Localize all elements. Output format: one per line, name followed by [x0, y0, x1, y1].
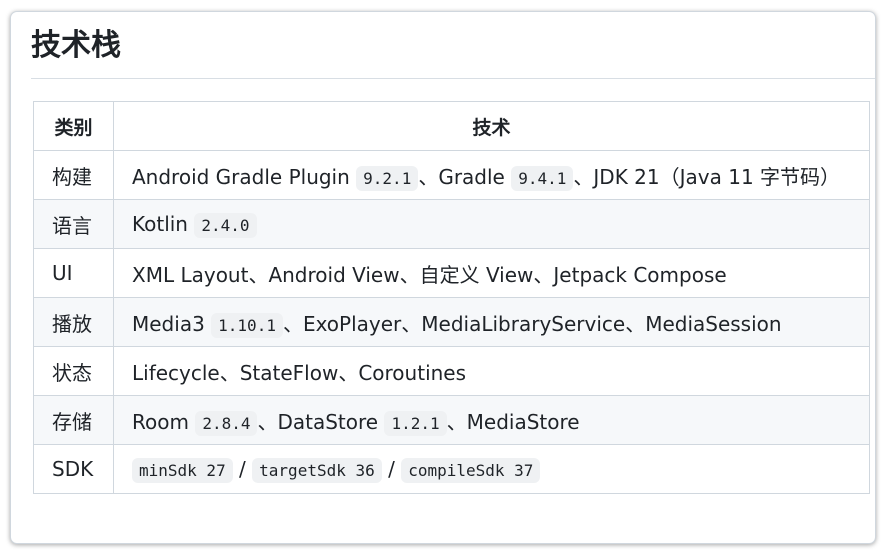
- version-code: minSdk 27: [132, 458, 233, 483]
- table-header-row: 类别 技术: [33, 101, 870, 151]
- table-row: 存储 Room 2.8.4 、DataStore 1.2.1 、MediaStore: [33, 395, 870, 445]
- technology-cell: Room 2.8.4 、DataStore 1.2.1 、MediaStore: [113, 395, 870, 445]
- technology-text: Media3: [132, 311, 212, 336]
- technology-text: XML Layout、Android View、自定义 View、Jetpack…: [132, 262, 727, 287]
- technology-text: 、Gradle: [418, 164, 512, 189]
- category-cell: 状态: [33, 346, 114, 396]
- technology-cell: Media3 1.10.1 、ExoPlayer、MediaLibraryServ…: [113, 297, 870, 347]
- table-row: 状态 Lifecycle、StateFlow、Coroutines: [33, 346, 870, 396]
- tech-stack-table: 类别 技术 构建 Android Gradle Plugin 9.2.1 、Grad…: [33, 101, 870, 494]
- version-code: targetSdk 36: [252, 458, 382, 483]
- version-code: 9.2.1: [356, 165, 419, 191]
- version-code: 9.4.1: [511, 165, 574, 191]
- version-code: 2.4.0: [194, 213, 257, 238]
- table-row: UI XML Layout、Android View、自定义 View、Jetpa…: [33, 248, 870, 298]
- version-code: compileSdk 37: [401, 458, 541, 483]
- technology-text: 、JDK 21（Java 11 字节码）: [573, 164, 841, 189]
- table-row: 播放 Media3 1.10.1 、ExoPlayer、MediaLibrarySe…: [33, 297, 870, 347]
- header-category: 类别: [33, 101, 114, 151]
- technology-text: /: [232, 457, 253, 481]
- technology-text: Android Gradle Plugin: [132, 164, 357, 189]
- version-code: 2.8.4: [195, 410, 258, 436]
- section-heading: 技术栈: [31, 28, 121, 63]
- technology-text: Room: [132, 409, 196, 434]
- category-cell: 语言: [33, 199, 114, 249]
- technology-text: 、MediaStore: [446, 409, 580, 434]
- version-code: 1.2.1: [384, 410, 447, 436]
- technology-cell: Android Gradle Plugin 9.2.1 、Gradle 9.4.1…: [113, 150, 870, 200]
- technology-cell: XML Layout、Android View、自定义 View、Jetpack…: [113, 248, 870, 298]
- technology-text: 、ExoPlayer、MediaLibraryService、MediaSess…: [282, 311, 782, 336]
- category-cell: 存储: [33, 395, 114, 445]
- table-row: 语言 Kotlin 2.4.0: [33, 199, 870, 249]
- category-cell: UI: [33, 248, 114, 298]
- header-technology: 技术: [113, 101, 870, 151]
- table-row: SDK minSdk 27 / targetSdk 36 / compileSdk…: [33, 444, 870, 494]
- document-card: 技术栈 类别 技术 构建 Android Gradle Plugin 9.2.1、…: [10, 11, 876, 544]
- technology-text: Lifecycle、StateFlow、Coroutines: [132, 360, 467, 385]
- category-cell: 播放: [33, 297, 114, 347]
- category-cell: SDK: [33, 444, 114, 494]
- table-row: 构建 Android Gradle Plugin 9.2.1 、Gradle 9.4…: [33, 150, 870, 200]
- technology-cell: minSdk 27 / targetSdk 36 / compileSdk 37: [113, 444, 870, 494]
- technology-text: 、DataStore: [257, 409, 385, 434]
- technology-cell: Kotlin 2.4.0: [113, 199, 870, 249]
- version-code: 1.10.1: [211, 312, 283, 338]
- technology-text: Kotlin: [132, 212, 195, 236]
- table-body: 构建 Android Gradle Plugin 9.2.1 、Gradle 9.4…: [33, 150, 870, 494]
- technology-text: /: [381, 457, 402, 481]
- heading-divider: [31, 78, 875, 79]
- category-cell: 构建: [33, 150, 114, 200]
- technology-cell: Lifecycle、StateFlow、Coroutines: [113, 346, 870, 396]
